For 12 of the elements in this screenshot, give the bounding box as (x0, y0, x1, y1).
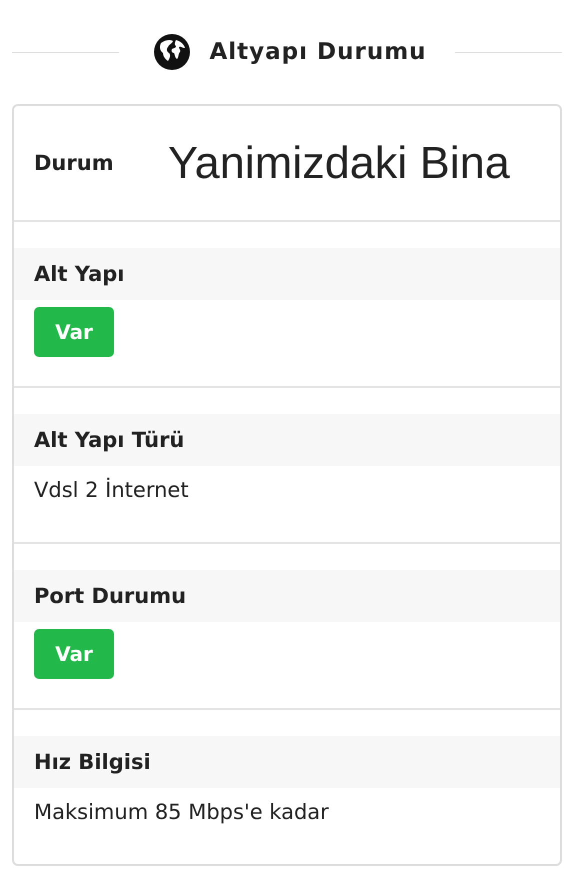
summary-value: Yanimizdaki Bina (168, 137, 510, 189)
status-badge: Var (34, 629, 114, 679)
section-heading: Alt Yapı (14, 248, 560, 300)
section-title: Altyapı Durumu (209, 39, 427, 65)
section-heading: Alt Yapı Türü (14, 414, 560, 466)
summary-label: Durum (34, 151, 115, 175)
section-heading: Hız Bilgisi (14, 736, 560, 788)
value-text: Vdsl 2 İnternet (34, 478, 189, 502)
value-text: Maksimum 85 Mbps'e kadar (34, 800, 329, 824)
globe-icon (153, 33, 192, 71)
status-badge: Var (34, 307, 114, 357)
section-heading: Port Durumu (14, 570, 560, 622)
